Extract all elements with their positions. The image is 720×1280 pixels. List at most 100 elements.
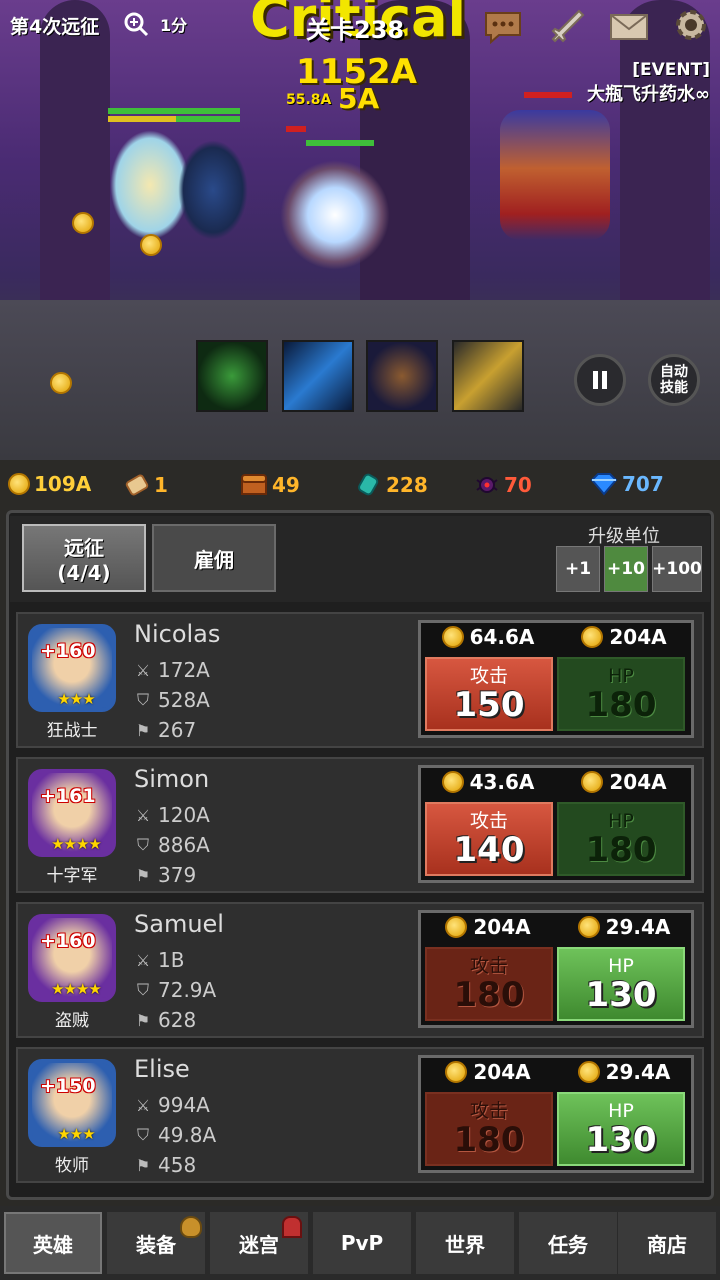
upgrade-hp-value: 180 (585, 829, 657, 870)
upgrade-unit-plus100[interactable]: +100 (652, 546, 702, 592)
resource-gem: 228 (356, 472, 428, 498)
resource-chest: 49 (240, 472, 300, 498)
upgrade-hp-value: 130 (585, 974, 657, 1015)
upgrade-attack-value: 140 (453, 829, 525, 870)
upgrade-hp-value: 180 (585, 684, 657, 725)
upgrade-unit-plus10[interactable]: +10 (604, 546, 648, 592)
tab-hire[interactable]: 雇佣 (152, 524, 276, 592)
hero-mp-bar (176, 116, 240, 122)
speed-indicator[interactable]: 1分 (160, 12, 187, 36)
damage-number: 5A (338, 82, 380, 115)
nav-world[interactable]: 世界 (416, 1212, 514, 1274)
shield-icon: ⛉ (136, 980, 149, 999)
hero-defense-stat: ⛉ 49.8A (134, 1123, 216, 1147)
auto-skill-button[interactable]: 自动 技能 (648, 354, 700, 406)
attack-cost: 43.6A (423, 770, 553, 794)
upgrade-hp-button[interactable]: HP 180 (557, 657, 685, 731)
upgrade-attack-label: 攻击 (469, 1099, 508, 1122)
hero-portrait[interactable]: +150 ★★★ (28, 1059, 116, 1147)
expedition-count: 第4次远征 (10, 16, 100, 38)
berserker-hero-sprite (280, 160, 390, 270)
nav-pvp[interactable]: PvP (313, 1212, 411, 1274)
resource-scroll: 1 (124, 472, 168, 498)
resource-diamond: 707 (590, 472, 664, 496)
resource-value: 707 (622, 472, 664, 496)
hero-portrait[interactable]: +160 ★★★ (28, 624, 116, 712)
hero-attack-value: 120A (158, 803, 210, 827)
hero-hp-bar (176, 108, 240, 114)
attack-cost-value: 64.6A (469, 625, 535, 649)
skill-slot-3[interactable] (366, 340, 438, 412)
chat-icon[interactable] (480, 4, 526, 50)
flag-icon: ⚑ (135, 1010, 151, 1030)
zoom-icon[interactable] (120, 6, 152, 42)
hero-name: Simon (134, 765, 210, 793)
gold-coin-icon (445, 916, 468, 938)
hero-defense-stat: ⛉ 72.9A (134, 978, 216, 1002)
skill-slot-4[interactable] (452, 340, 524, 412)
hero-card[interactable]: +150 ★★★ 牧师 Elise ⚔ 994A ⛉ 49.8A ⚑ 458 204A… (16, 1047, 704, 1183)
hp-cost: 29.4A (559, 1060, 689, 1084)
gold-coin-drop[interactable] (72, 212, 94, 234)
upgrade-hp-button[interactable]: HP 130 (557, 1092, 685, 1166)
nav-quests[interactable]: 任务 (519, 1212, 617, 1274)
hero-defense-value: 528A (158, 688, 210, 712)
resource-value: 1 (154, 473, 168, 497)
gold-coin-drop[interactable] (140, 234, 162, 256)
sword-icon: ⚔ (135, 950, 151, 970)
upgrade-attack-button[interactable]: 攻击 180 (425, 947, 553, 1021)
nav-shop[interactable]: 商店 (618, 1212, 716, 1274)
hero-portrait[interactable]: +160 ★★★★ (28, 914, 116, 1002)
hp-cost: 29.4A (559, 915, 689, 939)
hero-portrait[interactable]: +161 ★★★★ (28, 769, 116, 857)
hp-cost-value: 29.4A (605, 915, 671, 939)
upgrade-hp-button[interactable]: HP 180 (557, 802, 685, 876)
upgrade-attack-button[interactable]: 攻击 140 (425, 802, 553, 876)
upgrade-unit-plus1[interactable]: +1 (556, 546, 600, 592)
upgrade-attack-value: 180 (453, 1119, 525, 1160)
sword-icon[interactable] (542, 4, 588, 50)
gold-coin-drop[interactable] (50, 372, 72, 394)
hero-mp-bar (108, 116, 178, 122)
sword-icon: ⚔ (135, 660, 151, 680)
hero-class: 牧师 (55, 1156, 89, 1176)
hero-stars: ★★★ (57, 690, 95, 708)
hero-flag-stat: ⚑ 379 (134, 863, 196, 887)
upgrade-hp-button[interactable]: HP 130 (557, 947, 685, 1021)
hero-card[interactable]: +160 ★★★★ 盗贼 Samuel ⚔ 1B ⛉ 72.9A ⚑ 628 204A… (16, 902, 704, 1038)
flag-icon: ⚑ (135, 1155, 151, 1175)
hero-flag-stat: ⚑ 458 (134, 1153, 196, 1177)
tab-expedition-count: (4/4) (57, 560, 111, 585)
hero-attack-value: 994A (158, 1093, 210, 1117)
sword-icon: ⚔ (135, 805, 151, 825)
sword-icon: ⚔ (135, 1095, 151, 1115)
enemy-hp-bar (524, 92, 572, 98)
gold-coin-icon (581, 771, 604, 793)
event-text[interactable]: 大瓶飞升药水∞ (587, 80, 710, 106)
hero-stars: ★★★★ (51, 980, 102, 998)
hero-flag-stat: ⚑ 267 (134, 718, 196, 742)
upgrade-attack-button[interactable]: 攻击 150 (425, 657, 553, 731)
hero-attack-value: 1B (158, 948, 185, 972)
upgrade-attack-label: 攻击 (469, 664, 508, 687)
hero-card[interactable]: +161 ★★★★ 十字军 Simon ⚔ 120A ⛉ 886A ⚑ 379 43.… (16, 757, 704, 893)
background-tree (40, 0, 110, 330)
hp-cost-value: 29.4A (605, 1060, 671, 1084)
event-tag: [EVENT] (632, 60, 710, 80)
hero-defense-value: 72.9A (158, 978, 217, 1002)
skill-slot-2[interactable] (282, 340, 354, 412)
tab-expedition[interactable]: 远征 (4/4) (22, 524, 146, 592)
nav-heroes[interactable]: 英雄 (4, 1212, 102, 1274)
gold-coin-icon (445, 1061, 468, 1083)
pause-button[interactable] (574, 354, 626, 406)
shield-icon: ⛉ (136, 835, 149, 854)
hero-defense-value: 49.8A (158, 1123, 217, 1147)
hero-card[interactable]: +160 ★★★ 狂战士 Nicolas ⚔ 172A ⛉ 528A ⚑ 267 64… (16, 612, 704, 748)
upgrade-attack-button[interactable]: 攻击 180 (425, 1092, 553, 1166)
upgrade-hp-label: HP (608, 809, 634, 832)
skill-slot-1[interactable] (196, 340, 268, 412)
hero-class: 盗贼 (55, 1011, 89, 1031)
mail-icon[interactable] (606, 4, 652, 50)
gear-icon[interactable] (668, 2, 714, 48)
attack-cost: 64.6A (423, 625, 553, 649)
